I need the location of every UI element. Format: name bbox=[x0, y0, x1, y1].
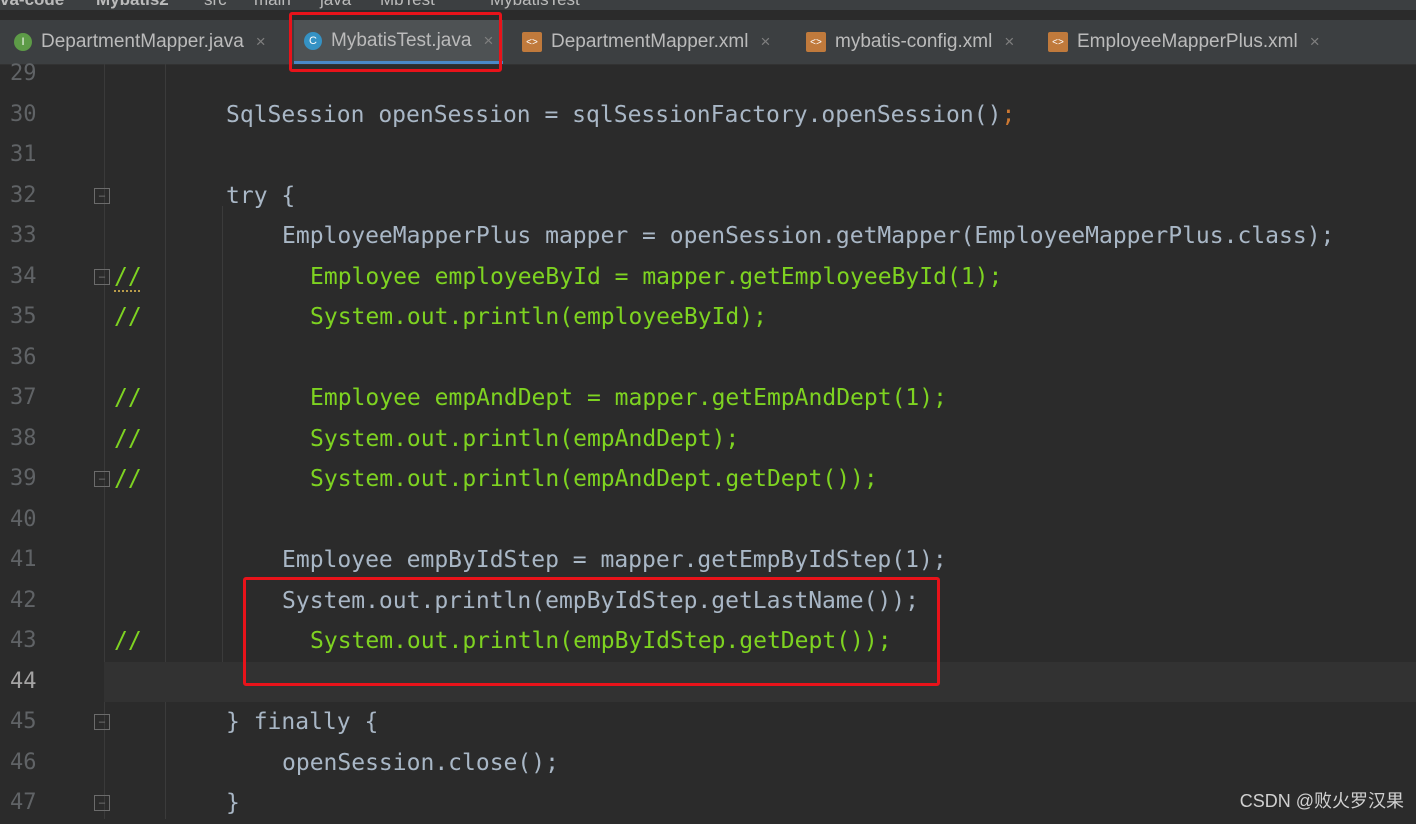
tab-label: DepartmentMapper.xml bbox=[551, 31, 749, 52]
tab-label: mybatis-config.xml bbox=[835, 31, 993, 52]
code-text: System.out.println(empAndDept); bbox=[310, 425, 740, 452]
code-line: 37 // Employee empAndDept = mapper.getEm… bbox=[0, 378, 1416, 419]
line-number: 43 bbox=[10, 628, 37, 653]
line-number: 33 bbox=[10, 223, 37, 248]
code-editor[interactable]: 29 30 SqlSession openSession = sqlSessio… bbox=[0, 61, 1416, 819]
close-icon[interactable]: × bbox=[483, 31, 493, 51]
close-icon[interactable]: × bbox=[1004, 32, 1014, 52]
code-line: 36 bbox=[0, 338, 1416, 379]
code-line: 47 − } bbox=[0, 783, 1416, 824]
code-line: 34 − // Employee employeeById = mapper.g… bbox=[0, 257, 1416, 298]
line-number: 30 bbox=[10, 101, 37, 127]
code-line: 35 // System.out.println(employeeById); bbox=[0, 297, 1416, 338]
class-icon: C bbox=[304, 31, 322, 50]
xml-icon: <> bbox=[1048, 32, 1068, 52]
line-number: 36 bbox=[10, 344, 37, 370]
code-text: Employee empAndDept = mapper.getEmpAndDe… bbox=[310, 385, 947, 411]
code-text: } finally { bbox=[226, 709, 379, 735]
fold-marker-icon[interactable]: − bbox=[94, 268, 110, 285]
line-number: 44 bbox=[10, 668, 37, 694]
code-line: 33 EmployeeMapperPlus mapper = openSessi… bbox=[0, 216, 1416, 257]
line-number: 35 bbox=[10, 304, 37, 329]
code-text: EmployeeMapperPlus mapper = openSession.… bbox=[282, 223, 1335, 249]
close-icon[interactable]: × bbox=[1310, 32, 1320, 52]
breadcrumb-item[interactable]: src bbox=[204, 0, 227, 10]
line-number: 34 bbox=[10, 263, 37, 289]
code-line: 31 bbox=[0, 135, 1416, 176]
comment-marker: // bbox=[114, 304, 142, 330]
breadcrumb-item[interactable]: Mybatis2 bbox=[96, 0, 169, 10]
code-line: 42 System.out.println(empByIdStep.getLas… bbox=[0, 581, 1416, 622]
comment-marker: // bbox=[114, 466, 142, 492]
xml-icon: <> bbox=[806, 32, 826, 52]
comment-marker: // bbox=[114, 385, 142, 411]
line-number: 42 bbox=[10, 587, 37, 613]
code-line: 46 openSession.close(); bbox=[0, 743, 1416, 784]
breadcrumb-item[interactable]: MbTest bbox=[380, 0, 435, 10]
breadcrumb-item[interactable]: va-code bbox=[0, 0, 64, 10]
line-number: 29 bbox=[10, 61, 37, 86]
tab-label: EmployeeMapperPlus.xml bbox=[1077, 31, 1298, 52]
line-number: 40 bbox=[10, 506, 37, 532]
code-line: 32 − try { bbox=[0, 176, 1416, 217]
code-line: 38 // System.out.println(empAndDept); bbox=[0, 419, 1416, 460]
line-number: 31 bbox=[10, 142, 37, 167]
comment-marker: // bbox=[114, 628, 142, 654]
code-line: 41 Employee empByIdStep = mapper.getEmpB… bbox=[0, 540, 1416, 581]
line-number: 37 bbox=[10, 385, 37, 410]
line-number: 32 bbox=[10, 182, 37, 208]
xml-icon: <> bbox=[522, 32, 542, 52]
breadcrumb-item[interactable]: MybatisTest bbox=[490, 0, 580, 10]
code-text: try { bbox=[226, 182, 296, 209]
code-line: 43 // System.out.println(empByIdStep.get… bbox=[0, 621, 1416, 662]
line-number: 39 bbox=[10, 466, 37, 491]
line-number: 45 bbox=[10, 709, 37, 734]
breadcrumb-item[interactable]: main bbox=[254, 0, 291, 10]
line-number: 46 bbox=[10, 749, 37, 775]
code-text: System.out.println(employeeById); bbox=[310, 304, 767, 330]
breadcrumb: va-code Mybatis2 src main java MbTest My… bbox=[0, 0, 1416, 10]
line-number: 38 bbox=[10, 425, 37, 451]
fold-marker-icon[interactable]: − bbox=[94, 795, 110, 811]
code-text: Employee employeeById = mapper.getEmploy… bbox=[310, 263, 1003, 290]
close-icon[interactable]: × bbox=[256, 32, 266, 52]
tab-label: DepartmentMapper.java bbox=[41, 31, 244, 52]
code-text: openSession.close(); bbox=[282, 749, 559, 776]
code-text: Employee empByIdStep = mapper.getEmpById… bbox=[282, 547, 947, 573]
breadcrumb-item[interactable]: java bbox=[320, 0, 351, 10]
fold-marker-icon[interactable]: − bbox=[94, 187, 110, 204]
watermark: CSDN @败火罗汉果 bbox=[1239, 791, 1404, 811]
code-line: 39 − // System.out.println(empAndDept.ge… bbox=[0, 459, 1416, 500]
line-number: 41 bbox=[10, 547, 37, 572]
fold-marker-icon[interactable]: − bbox=[94, 714, 110, 730]
code-line: 45 − } finally { bbox=[0, 702, 1416, 743]
code-line: 30 SqlSession openSession = sqlSessionFa… bbox=[0, 95, 1416, 136]
line-number: 47 bbox=[10, 790, 37, 815]
fold-marker-icon[interactable]: − bbox=[94, 471, 110, 487]
code-line: 29 bbox=[0, 54, 1416, 95]
interface-icon: I bbox=[14, 33, 32, 51]
warning-squiggle bbox=[114, 286, 140, 292]
code-text: System.out.println(empByIdStep.getDept()… bbox=[310, 628, 892, 654]
comment-marker: // bbox=[114, 425, 142, 452]
code-text: System.out.println(empByIdStep.getLastNa… bbox=[282, 587, 919, 614]
code-line: 44 bbox=[0, 662, 1416, 703]
code-text: SqlSession openSession = sqlSessionFacto… bbox=[226, 101, 1016, 128]
code-text: System.out.println(empAndDept.getDept())… bbox=[310, 466, 878, 492]
code-line: 40 bbox=[0, 500, 1416, 541]
code-text: } bbox=[226, 790, 240, 816]
tab-label: MybatisTest.java bbox=[331, 29, 472, 51]
close-icon[interactable]: × bbox=[760, 32, 770, 52]
